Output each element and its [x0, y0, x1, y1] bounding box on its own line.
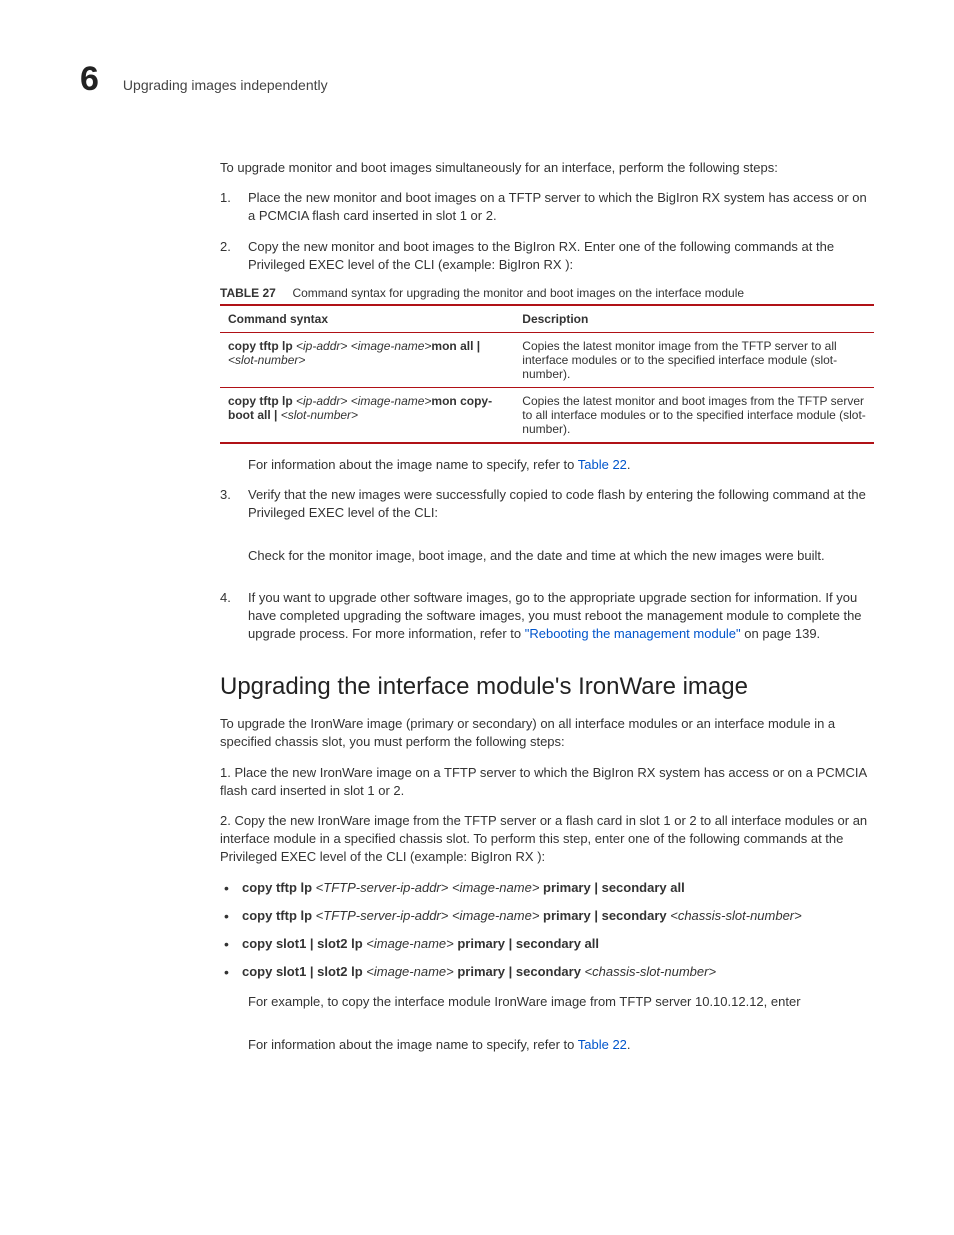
intro-paragraph: To upgrade monitor and boot images simul…	[220, 159, 874, 177]
step-3: 3. Verify that the new images were succe…	[220, 486, 874, 577]
step-3b-text: Check for the monitor image, boot image,…	[248, 547, 874, 565]
cmd-bold: primary | secondary	[539, 908, 670, 923]
cell-description: Copies the latest monitor and boot image…	[514, 387, 874, 443]
cmd-italic: <chassis-slot-number>	[670, 908, 802, 923]
cmd-bold: primary | secondary all	[454, 936, 599, 951]
section2-p1: To upgrade the IronWare image (primary o…	[220, 715, 874, 751]
link-table-22[interactable]: Table 22	[578, 1037, 627, 1052]
list-item: copy tftp lp <TFTP-server-ip-addr> <imag…	[220, 907, 874, 925]
step-1: 1. Place the new monitor and boot images…	[220, 189, 874, 225]
list-item: copy slot1 | slot2 lp <image-name> prima…	[220, 935, 874, 953]
step-4: 4. If you want to upgrade other software…	[220, 589, 874, 644]
text: on page 139.	[741, 626, 821, 641]
cmd-italic: <chassis-slot-number>	[585, 964, 717, 979]
cmd-italic: <ip-addr> <image-name>	[296, 339, 431, 353]
step-number: 1.	[220, 189, 248, 225]
section2-step2: 2. Copy the new IronWare image from the …	[220, 812, 874, 867]
cmd-bold: primary | secondary all	[539, 880, 684, 895]
step-number: 3.	[220, 486, 248, 577]
example-line: For example, to copy the interface modul…	[248, 993, 874, 1011]
syntax-table: Command syntax Description copy tftp lp …	[220, 304, 874, 444]
list-item: copy tftp lp <TFTP-server-ip-addr> <imag…	[220, 879, 874, 897]
cmd-bold: copy tftp lp	[228, 394, 296, 408]
text: .	[627, 457, 631, 472]
text: For information about the image name to …	[248, 457, 578, 472]
cell-command-syntax: copy tftp lp <ip-addr> <image-name>mon c…	[220, 387, 514, 443]
page: 6 Upgrading images independently To upgr…	[0, 0, 954, 1235]
cell-command-syntax: copy tftp lp <ip-addr> <image-name>mon a…	[220, 332, 514, 387]
chapter-title: Upgrading images independently	[123, 77, 328, 93]
section2-step1: 1. Place the new IronWare image on a TFT…	[220, 764, 874, 800]
cmd-bold: copy tftp lp	[228, 339, 296, 353]
page-header: 6 Upgrading images independently	[80, 60, 874, 99]
cmd-italic: <TFTP-server-ip-addr> <image-name>	[316, 880, 540, 895]
info-line: For information about the image name to …	[248, 1036, 874, 1054]
table-caption: TABLE 27 Command syntax for upgrading th…	[220, 286, 874, 300]
cmd-bold: copy slot1 | slot2 lp	[242, 936, 366, 951]
chapter-number: 6	[80, 60, 99, 99]
after-table-note: For information about the image name to …	[248, 456, 874, 474]
table-header-syntax: Command syntax	[220, 305, 514, 333]
content-block-1: To upgrade monitor and boot images simul…	[220, 159, 874, 643]
table-caption-text: Command syntax for upgrading the monitor…	[292, 286, 744, 300]
cmd-bold: copy slot1 | slot2 lp	[242, 964, 366, 979]
cmd-bold: primary | secondary	[454, 964, 585, 979]
step-3a-text: Verify that the new images were successf…	[248, 486, 874, 522]
step-2: 2. Copy the new monitor and boot images …	[220, 238, 874, 274]
cmd-italic: <image-name>	[366, 964, 453, 979]
section-heading: Upgrading the interface module's IronWar…	[220, 673, 874, 701]
content-block-2: Upgrading the interface module's IronWar…	[220, 673, 874, 1053]
step-number: 2.	[220, 238, 248, 274]
table-label: TABLE 27	[220, 286, 276, 300]
step-body: Place the new monitor and boot images on…	[248, 189, 874, 225]
step-number: 4.	[220, 589, 248, 644]
step-body: If you want to upgrade other software im…	[248, 589, 874, 644]
cmd-italic: <TFTP-server-ip-addr> <image-name>	[316, 908, 540, 923]
table-row: copy tftp lp <ip-addr> <image-name>mon a…	[220, 332, 874, 387]
step-body: Copy the new monitor and boot images to …	[248, 238, 874, 274]
cmd-italic: <image-name>	[366, 936, 453, 951]
cmd-bold: copy tftp lp	[242, 908, 316, 923]
table-header-description: Description	[514, 305, 874, 333]
link-rebooting-module[interactable]: "Rebooting the management module"	[525, 626, 741, 641]
link-table-22[interactable]: Table 22	[578, 457, 627, 472]
cell-description: Copies the latest monitor image from the…	[514, 332, 874, 387]
cmd-italic: <slot-number>	[228, 353, 305, 367]
text: For information about the image name to …	[248, 1037, 578, 1052]
cmd-bold: copy tftp lp	[242, 880, 316, 895]
step-body: Verify that the new images were successf…	[248, 486, 874, 577]
cmd-bold: mon all |	[431, 339, 480, 353]
cmd-italic: <ip-addr> <image-name>	[296, 394, 431, 408]
command-bullet-list: copy tftp lp <TFTP-server-ip-addr> <imag…	[220, 879, 874, 982]
list-item: copy slot1 | slot2 lp <image-name> prima…	[220, 963, 874, 981]
table-row: copy tftp lp <ip-addr> <image-name>mon c…	[220, 387, 874, 443]
cmd-italic: <slot-number>	[281, 408, 358, 422]
text: .	[627, 1037, 631, 1052]
